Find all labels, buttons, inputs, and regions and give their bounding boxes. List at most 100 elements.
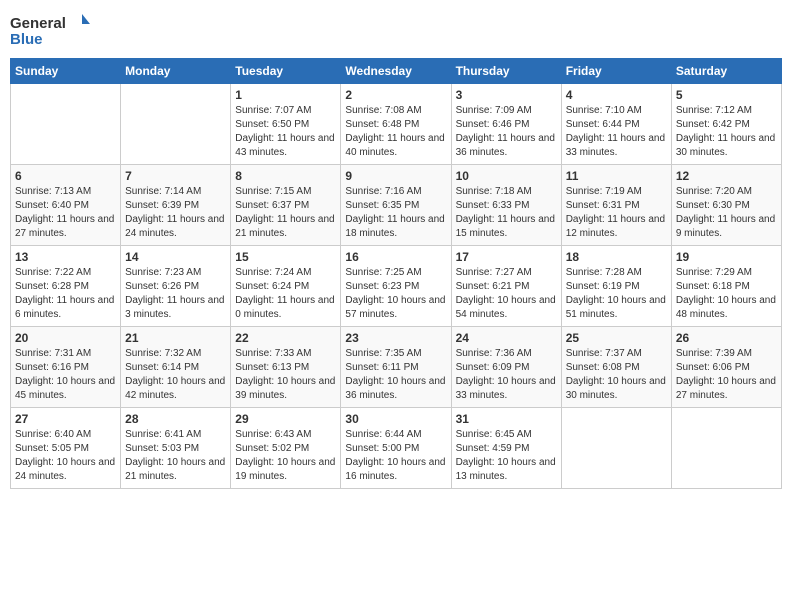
calendar-cell: 13Sunrise: 7:22 AM Sunset: 6:28 PM Dayli… [11, 246, 121, 327]
calendar-cell: 31 Sunrise: 6:45 AM Sunset: 4:59 PM Dayli… [451, 408, 561, 489]
calendar-cell: 24 Sunrise: 7:36 AM Sunset: 6:09 PM Dayli… [451, 327, 561, 408]
day-number: 30 [345, 412, 446, 426]
day-info: Sunrise: 7:08 AM Sunset: 6:48 PM Dayligh… [345, 104, 446, 160]
day-info: Sunrise: 7:13 AM Sunset: 6:40 PM Dayligh… [15, 185, 116, 241]
day-info: Sunrise: 7:07 AM Sunset: 6:50 PM Dayligh… [235, 104, 336, 160]
day-number: 21 [125, 331, 226, 345]
calendar-cell: 15 Sunrise: 7:24 AM Sunset: 6:24 PM Dayli… [231, 246, 341, 327]
day-info: Sunrise: 7:09 AM Sunset: 6:46 PM Dayligh… [456, 104, 557, 160]
day-info: Sunrise: 7:16 AM Sunset: 6:35 PM Dayligh… [345, 185, 446, 241]
calendar-week-5: 27 Sunrise: 6:40 AM Sunset: 5:05 PM Dayli… [11, 408, 782, 489]
day-number: 11 [566, 169, 667, 183]
calendar-cell: 1Sunrise: 7:07 AM Sunset: 6:50 PM Daylig… [231, 84, 341, 165]
calendar-cell [671, 408, 781, 489]
day-number: 26 [676, 331, 777, 345]
day-number: 10 [456, 169, 557, 183]
calendar-cell: 17 Sunrise: 7:27 AM Sunset: 6:21 PM Dayli… [451, 246, 561, 327]
day-info: Sunrise: 7:37 AM Sunset: 6:08 PM Dayligh… [566, 347, 667, 403]
calendar-cell: 22Sunrise: 7:33 AM Sunset: 6:13 PM Dayli… [231, 327, 341, 408]
weekday-header-thursday: Thursday [451, 59, 561, 84]
day-info: Sunrise: 7:14 AM Sunset: 6:39 PM Dayligh… [125, 185, 226, 241]
day-number: 31 [456, 412, 557, 426]
logo: GeneralBlue [10, 10, 90, 50]
weekday-header-sunday: Sunday [11, 59, 121, 84]
calendar-cell [121, 84, 231, 165]
day-info: Sunrise: 7:18 AM Sunset: 6:33 PM Dayligh… [456, 185, 557, 241]
calendar-cell: 25 Sunrise: 7:37 AM Sunset: 6:08 PM Dayli… [561, 327, 671, 408]
calendar-header-row: SundayMondayTuesdayWednesdayThursdayFrid… [11, 59, 782, 84]
day-info: Sunrise: 7:36 AM Sunset: 6:09 PM Dayligh… [456, 347, 557, 403]
calendar-cell: 29 Sunrise: 6:43 AM Sunset: 5:02 PM Dayli… [231, 408, 341, 489]
day-info: Sunrise: 7:33 AM Sunset: 6:13 PM Dayligh… [235, 347, 336, 403]
svg-text:Blue: Blue [10, 31, 43, 48]
calendar-cell [561, 408, 671, 489]
day-number: 17 [456, 250, 557, 264]
calendar-cell [11, 84, 121, 165]
day-number: 9 [345, 169, 446, 183]
calendar-cell: 18Sunrise: 7:28 AM Sunset: 6:19 PM Dayli… [561, 246, 671, 327]
calendar-week-3: 13Sunrise: 7:22 AM Sunset: 6:28 PM Dayli… [11, 246, 782, 327]
calendar-week-2: 6 Sunrise: 7:13 AM Sunset: 6:40 PM Daylig… [11, 165, 782, 246]
day-number: 15 [235, 250, 336, 264]
calendar-cell: 2 Sunrise: 7:08 AM Sunset: 6:48 PM Daylig… [341, 84, 451, 165]
day-number: 25 [566, 331, 667, 345]
calendar-cell: 30Sunrise: 6:44 AM Sunset: 5:00 PM Dayli… [341, 408, 451, 489]
logo-svg: GeneralBlue [10, 10, 90, 50]
svg-text:General: General [10, 15, 66, 32]
calendar-cell: 26 Sunrise: 7:39 AM Sunset: 6:06 PM Dayli… [671, 327, 781, 408]
calendar-cell: 11 Sunrise: 7:19 AM Sunset: 6:31 PM Dayli… [561, 165, 671, 246]
calendar-cell: 23Sunrise: 7:35 AM Sunset: 6:11 PM Dayli… [341, 327, 451, 408]
day-info: Sunrise: 7:39 AM Sunset: 6:06 PM Dayligh… [676, 347, 777, 403]
day-info: Sunrise: 7:20 AM Sunset: 6:30 PM Dayligh… [676, 185, 777, 241]
day-number: 2 [345, 88, 446, 102]
weekday-header-wednesday: Wednesday [341, 59, 451, 84]
calendar-cell: 7Sunrise: 7:14 AM Sunset: 6:39 PM Daylig… [121, 165, 231, 246]
calendar-cell: 14 Sunrise: 7:23 AM Sunset: 6:26 PM Dayli… [121, 246, 231, 327]
page-header: GeneralBlue [10, 10, 782, 50]
weekday-header-monday: Monday [121, 59, 231, 84]
day-number: 19 [676, 250, 777, 264]
day-number: 24 [456, 331, 557, 345]
weekday-header-friday: Friday [561, 59, 671, 84]
day-info: Sunrise: 6:45 AM Sunset: 4:59 PM Dayligh… [456, 428, 557, 484]
day-number: 29 [235, 412, 336, 426]
calendar-cell: 27 Sunrise: 6:40 AM Sunset: 5:05 PM Dayli… [11, 408, 121, 489]
day-info: Sunrise: 7:23 AM Sunset: 6:26 PM Dayligh… [125, 266, 226, 322]
day-number: 6 [15, 169, 116, 183]
day-number: 14 [125, 250, 226, 264]
day-info: Sunrise: 7:27 AM Sunset: 6:21 PM Dayligh… [456, 266, 557, 322]
day-info: Sunrise: 6:43 AM Sunset: 5:02 PM Dayligh… [235, 428, 336, 484]
day-info: Sunrise: 7:12 AM Sunset: 6:42 PM Dayligh… [676, 104, 777, 160]
day-number: 8 [235, 169, 336, 183]
day-info: Sunrise: 7:15 AM Sunset: 6:37 PM Dayligh… [235, 185, 336, 241]
day-info: Sunrise: 7:28 AM Sunset: 6:19 PM Dayligh… [566, 266, 667, 322]
calendar-cell: 16Sunrise: 7:25 AM Sunset: 6:23 PM Dayli… [341, 246, 451, 327]
day-info: Sunrise: 7:24 AM Sunset: 6:24 PM Dayligh… [235, 266, 336, 322]
day-info: Sunrise: 7:29 AM Sunset: 6:18 PM Dayligh… [676, 266, 777, 322]
calendar-cell: 5Sunrise: 7:12 AM Sunset: 6:42 PM Daylig… [671, 84, 781, 165]
day-info: Sunrise: 7:10 AM Sunset: 6:44 PM Dayligh… [566, 104, 667, 160]
calendar-cell: 19 Sunrise: 7:29 AM Sunset: 6:18 PM Dayli… [671, 246, 781, 327]
calendar-cell: 9 Sunrise: 7:16 AM Sunset: 6:35 PM Daylig… [341, 165, 451, 246]
day-number: 12 [676, 169, 777, 183]
calendar-cell: 12 Sunrise: 7:20 AM Sunset: 6:30 PM Dayli… [671, 165, 781, 246]
calendar-cell: 10 Sunrise: 7:18 AM Sunset: 6:33 PM Dayli… [451, 165, 561, 246]
day-info: Sunrise: 7:25 AM Sunset: 6:23 PM Dayligh… [345, 266, 446, 322]
day-number: 3 [456, 88, 557, 102]
calendar-body: 1Sunrise: 7:07 AM Sunset: 6:50 PM Daylig… [11, 84, 782, 489]
day-number: 27 [15, 412, 116, 426]
day-number: 23 [345, 331, 446, 345]
day-info: Sunrise: 7:22 AM Sunset: 6:28 PM Dayligh… [15, 266, 116, 322]
calendar-table: SundayMondayTuesdayWednesdayThursdayFrid… [10, 58, 782, 489]
day-info: Sunrise: 7:32 AM Sunset: 6:14 PM Dayligh… [125, 347, 226, 403]
calendar-week-1: 1Sunrise: 7:07 AM Sunset: 6:50 PM Daylig… [11, 84, 782, 165]
calendar-cell: 4Sunrise: 7:10 AM Sunset: 6:44 PM Daylig… [561, 84, 671, 165]
day-info: Sunrise: 6:40 AM Sunset: 5:05 PM Dayligh… [15, 428, 116, 484]
calendar-week-4: 20 Sunrise: 7:31 AM Sunset: 6:16 PM Dayli… [11, 327, 782, 408]
weekday-header-tuesday: Tuesday [231, 59, 341, 84]
day-number: 20 [15, 331, 116, 345]
day-info: Sunrise: 7:31 AM Sunset: 6:16 PM Dayligh… [15, 347, 116, 403]
day-info: Sunrise: 7:19 AM Sunset: 6:31 PM Dayligh… [566, 185, 667, 241]
calendar-cell: 28Sunrise: 6:41 AM Sunset: 5:03 PM Dayli… [121, 408, 231, 489]
day-info: Sunrise: 6:41 AM Sunset: 5:03 PM Dayligh… [125, 428, 226, 484]
